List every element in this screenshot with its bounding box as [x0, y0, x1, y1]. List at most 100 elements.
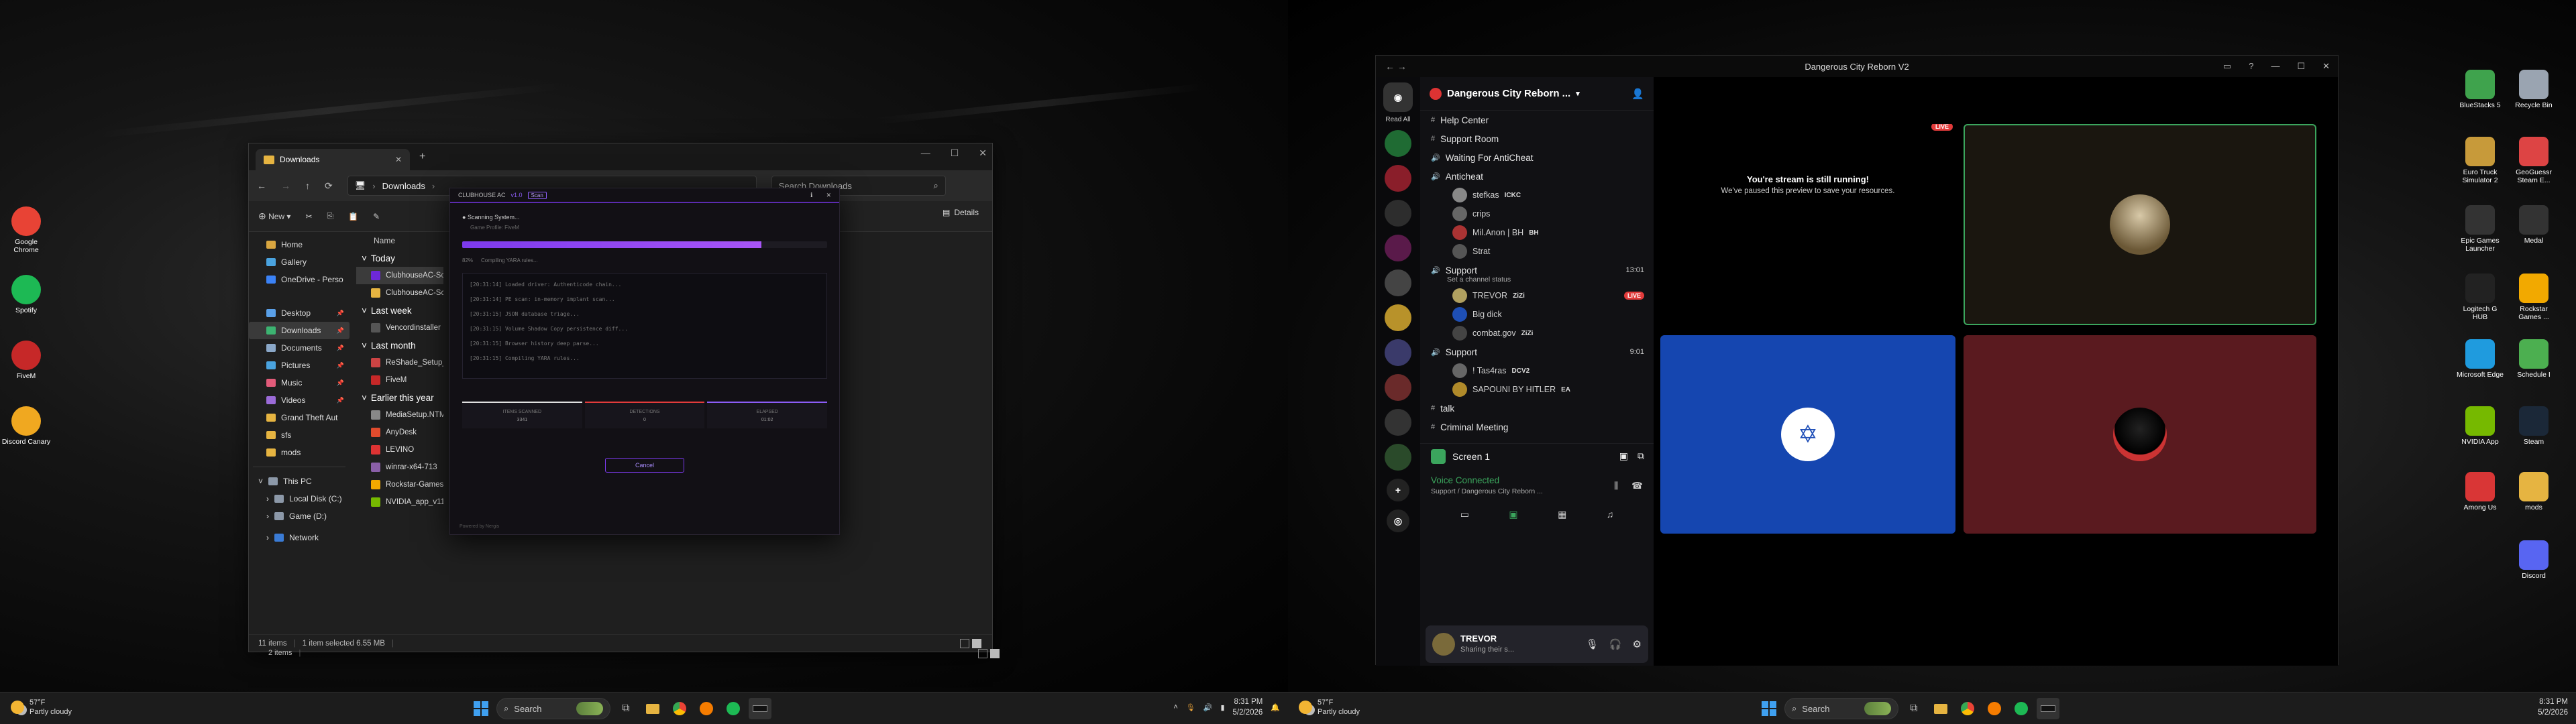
server-icon[interactable]: [1385, 130, 1411, 157]
maximize-icon[interactable]: ☐: [951, 147, 959, 159]
file-row[interactable]: MediaSetup.NTMbr: [356, 406, 443, 424]
desktop-icon-steam[interactable]: Steam: [2509, 406, 2559, 446]
nav-item-music[interactable]: Music 📌: [249, 374, 350, 391]
tiles-view-icon[interactable]: [972, 638, 981, 648]
channel-help-center[interactable]: # Help Center: [1420, 111, 1654, 129]
desktop-icon-bluestacks-5[interactable]: BlueStacks 5: [2455, 70, 2505, 109]
server-icon[interactable]: [1385, 339, 1411, 366]
back-arrow-icon[interactable]: ←: [257, 180, 266, 191]
network-icon[interactable]: ▮: [1220, 703, 1224, 712]
server-icon[interactable]: [1385, 200, 1411, 227]
close-tab-icon[interactable]: ✕: [395, 155, 402, 164]
nav-item-desktop[interactable]: Desktop 📌: [249, 304, 350, 322]
notification-bell-icon[interactable]: 🔔: [1271, 703, 1280, 712]
clock[interactable]: 8:31 PM 5/2/2026: [2538, 697, 2568, 718]
participant-tile[interactable]: ✡: [1660, 335, 1955, 534]
server-icon[interactable]: [1385, 374, 1411, 401]
nav-item-documents[interactable]: Documents 📌: [249, 339, 350, 357]
chevron-right-icon[interactable]: ›: [266, 533, 269, 542]
nav-item-this-pc[interactable]: ˅ This PC: [249, 473, 350, 490]
chrome-icon[interactable]: [1956, 698, 1979, 719]
desktop-icon-fivem[interactable]: FiveM: [1, 341, 51, 380]
popout-icon[interactable]: ⧉: [1638, 450, 1644, 462]
file-explorer-icon[interactable]: [1929, 698, 1952, 719]
maximize-icon[interactable]: ☐: [2297, 61, 2305, 72]
file-group-header[interactable]: ˅ Earlier this year: [356, 389, 443, 406]
desktop-icon-discord[interactable]: Discord: [2509, 540, 2559, 580]
start-button[interactable]: [470, 698, 492, 719]
server-icon[interactable]: [1385, 165, 1411, 192]
cut-icon[interactable]: ✂: [305, 212, 312, 221]
nav-item-downloads[interactable]: Downloads 📌: [249, 322, 350, 339]
inbox-icon[interactable]: ▭: [2223, 61, 2231, 72]
speaker-icon[interactable]: 🔊: [1203, 703, 1213, 712]
desktop-icon-among-us[interactable]: Among Us: [2455, 472, 2505, 511]
voice-connected-label[interactable]: Voice Connected: [1431, 475, 1499, 485]
server-icon[interactable]: [1385, 444, 1411, 471]
anticheat-taskbar-icon[interactable]: [2037, 698, 2059, 719]
close-icon[interactable]: ✕: [826, 192, 831, 199]
explorer-tab[interactable]: Downloads ✕: [256, 149, 410, 170]
read-all-button[interactable]: Read All: [1376, 116, 1420, 123]
weather-widget[interactable]: 57°F Partly cloudy: [11, 698, 72, 717]
start-button[interactable]: [1758, 698, 1780, 719]
paused-stream-tile[interactable]: You're stream is still running! We've pa…: [1660, 124, 1955, 245]
anticheat-taskbar-icon[interactable]: [749, 698, 771, 719]
desktop-icon-logitech-g-hub[interactable]: Logitech G HUB: [2455, 274, 2505, 321]
desktop-icon-medal[interactable]: Medal: [2509, 205, 2559, 245]
refresh-icon[interactable]: ⟳: [325, 180, 333, 192]
file-explorer-icon[interactable]: [641, 698, 664, 719]
fivem-taskbar-icon[interactable]: [1983, 698, 2006, 719]
file-row[interactable]: Vencordinstaller: [356, 319, 443, 337]
channel-anticheat[interactable]: 🔊 Anticheat: [1420, 167, 1654, 186]
screen-share-icon[interactable]: ▣: [1509, 509, 1517, 520]
file-row[interactable]: NVIDIA_app_v11.0.5: [356, 493, 443, 511]
server-header[interactable]: Dangerous City Reborn ... ▾ 👤: [1420, 77, 1654, 111]
forward-arrow-icon[interactable]: →: [281, 180, 290, 191]
file-row[interactable]: FiveM: [356, 371, 443, 389]
chevron-up-icon[interactable]: ˄: [1173, 703, 1177, 711]
details-view-icon[interactable]: [978, 649, 987, 658]
nav-item-onedrive-perso[interactable]: OneDrive - Perso: [249, 271, 350, 288]
gear-icon[interactable]: ⚙: [1633, 638, 1642, 650]
desktop-icon-spotify[interactable]: Spotify: [1, 275, 51, 314]
voice-user[interactable]: stefkas ICKC: [1420, 186, 1654, 204]
chevron-right-icon[interactable]: ›: [266, 494, 269, 503]
file-row[interactable]: LEVINO: [356, 441, 443, 459]
weather-widget[interactable]: 57°F Partly cloudy: [1299, 698, 1360, 717]
fivem-taskbar-icon[interactable]: [695, 698, 718, 719]
taskbar-search[interactable]: ⌕ Search: [1784, 698, 1898, 719]
paste-icon[interactable]: 📋: [348, 212, 358, 221]
explore-icon[interactable]: ◎: [1387, 509, 1409, 532]
file-row[interactable]: ReShade_Setup_6.7.: [356, 354, 443, 371]
nav-item-sfs[interactable]: sfs: [249, 426, 350, 444]
desktop-icon-microsoft-edge[interactable]: Microsoft Edge: [2455, 339, 2505, 379]
desktop-icon-schedule-i[interactable]: Schedule I: [2509, 339, 2559, 379]
server-icon[interactable]: [1385, 304, 1411, 331]
nav-item-grand-theft-aut[interactable]: Grand Theft Aut: [249, 409, 350, 426]
nav-item-gallery[interactable]: Gallery: [249, 253, 350, 271]
channel-support[interactable]: 🔊 Support 13:01: [1420, 261, 1654, 280]
nav-item-videos[interactable]: Videos 📌: [249, 391, 350, 409]
chrome-icon[interactable]: [668, 698, 691, 719]
participant-tile[interactable]: [1964, 335, 2316, 534]
channel-criminal-meeting[interactable]: # Criminal Meeting: [1420, 418, 1654, 436]
add-member-icon[interactable]: 👤: [1631, 88, 1644, 100]
file-row[interactable]: ClubhouseAC-Scan: [356, 284, 443, 302]
file-row[interactable]: AnyDesk: [356, 424, 443, 441]
chevron-right-icon[interactable]: ›: [266, 511, 269, 521]
voice-user[interactable]: Mil.Anon | BH BH: [1420, 223, 1654, 242]
server-icon[interactable]: [1385, 409, 1411, 436]
discord-home-icon[interactable]: ◉: [1383, 82, 1413, 112]
voice-user[interactable]: TREVOR ZiZi LIVE: [1420, 286, 1654, 305]
rename-icon[interactable]: ✎: [373, 212, 380, 221]
avatar[interactable]: [1432, 633, 1455, 656]
clock[interactable]: 8:31 PM 5/2/2026: [1233, 697, 1263, 718]
nav-item-home[interactable]: Home: [249, 236, 350, 253]
desktop-icon-rockstar-games[interactable]: Rockstar Games ...: [2509, 274, 2559, 321]
server-icon[interactable]: [1385, 235, 1411, 261]
file-row[interactable]: winrar-x64-713: [356, 459, 443, 476]
column-header-name[interactable]: Name: [356, 232, 443, 249]
voice-user[interactable]: ! Tas4ras DCV2: [1420, 361, 1654, 380]
new-button[interactable]: ⊕ New ▾: [258, 210, 290, 222]
